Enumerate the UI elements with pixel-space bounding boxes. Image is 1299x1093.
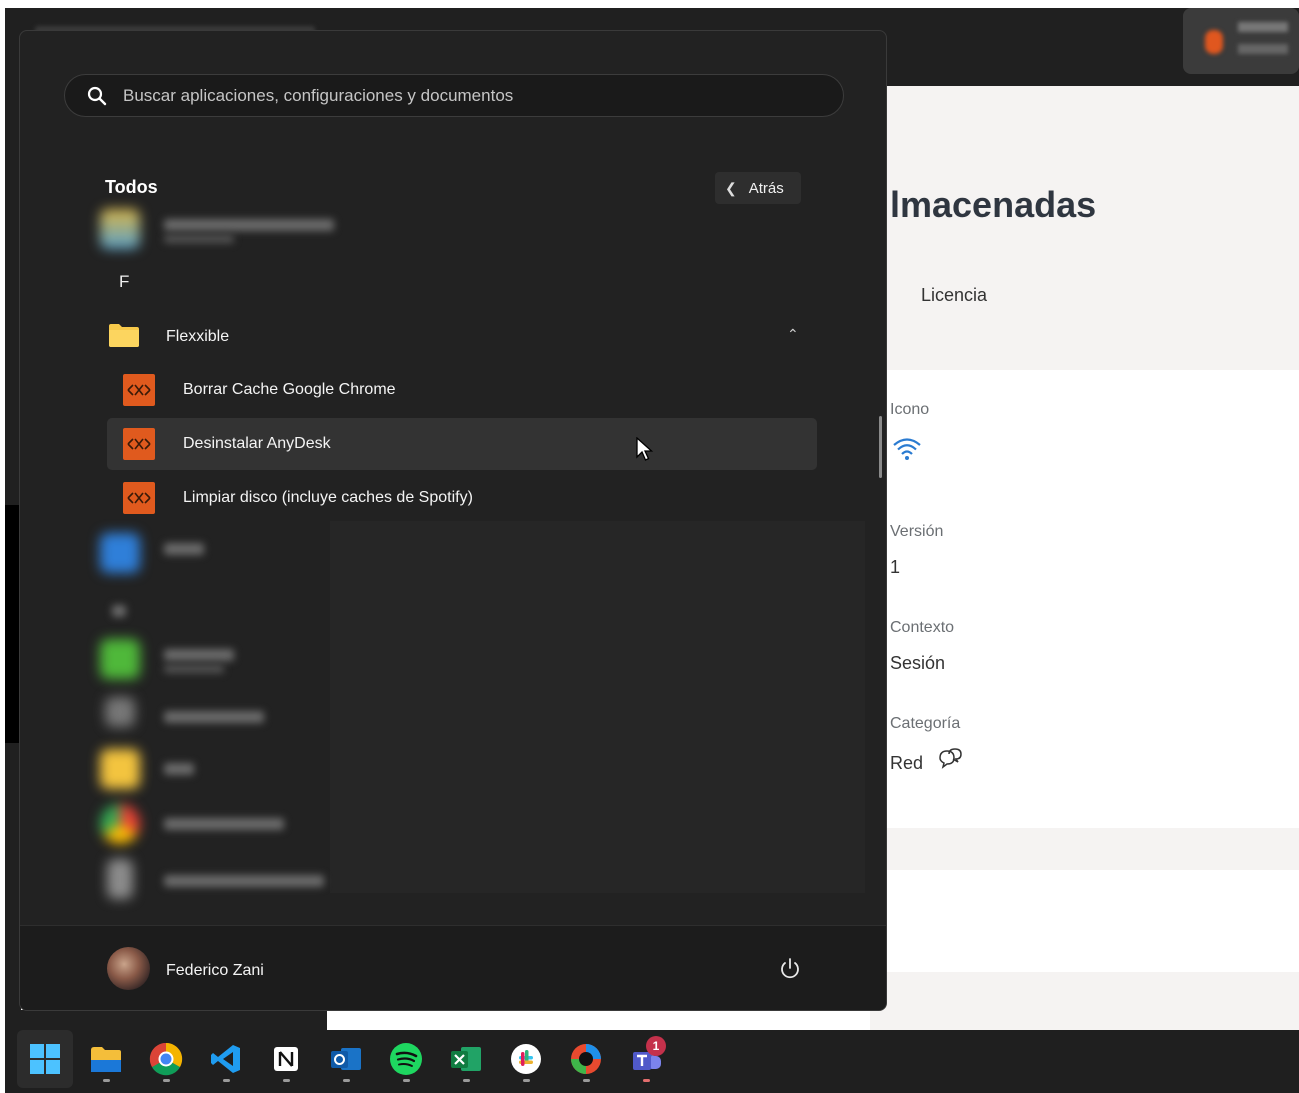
search-icon <box>87 86 107 106</box>
list-item[interactable] <box>100 697 360 737</box>
mouse-cursor-icon <box>636 436 654 468</box>
avatar[interactable] <box>107 947 150 990</box>
app-item-limpiar-disco[interactable]: Limpiar disco (incluye caches de Spotify… <box>107 472 817 524</box>
field-value-version: 1 <box>890 557 901 577</box>
tab-licencia[interactable]: Licencia <box>921 285 987 306</box>
app-label: Desinstalar AnyDesk <box>183 435 331 452</box>
section-letter[interactable]: F <box>119 272 129 292</box>
app-icon <box>100 209 140 249</box>
start-menu-footer: Federico Zani <box>20 925 886 1010</box>
snip-icon[interactable] <box>558 1030 614 1088</box>
outlook-icon[interactable] <box>318 1030 374 1088</box>
list-item[interactable] <box>100 639 360 679</box>
list-item[interactable] <box>100 859 360 899</box>
list-item[interactable] <box>100 209 360 249</box>
app-label: Borrar Cache Google Chrome <box>183 381 396 398</box>
app-icon <box>100 533 140 573</box>
folder-icon <box>109 324 139 347</box>
notion-icon[interactable] <box>258 1030 314 1088</box>
spotify-icon[interactable] <box>378 1030 434 1088</box>
back-button[interactable]: ❮ Atrás <box>715 172 801 204</box>
all-apps-heading: Todos <box>105 177 158 197</box>
search-input[interactable] <box>123 83 823 109</box>
chevron-up-icon[interactable]: ⌃ <box>787 326 799 343</box>
folder-icon <box>100 749 140 789</box>
network-category-icon <box>936 748 964 775</box>
field-value-contexto: Sesión <box>890 653 946 673</box>
user-name[interactable]: Federico Zani <box>166 962 264 980</box>
vscode-icon[interactable] <box>198 1030 254 1088</box>
excel-icon[interactable] <box>438 1030 494 1088</box>
chrome-icon <box>100 804 140 844</box>
notification-tray[interactable] <box>1183 8 1299 74</box>
list-item[interactable] <box>100 749 360 789</box>
field-label-contexto: Contexto <box>890 619 955 636</box>
app-item-desinstalar-anydesk[interactable]: Desinstalar AnyDesk <box>107 418 817 470</box>
desktop: lmacenadas Licencia Icono Versión 1 Cont… <box>0 0 1299 1093</box>
slack-icon[interactable] <box>498 1030 554 1088</box>
back-button-label: Atrás <box>748 179 784 197</box>
start-menu: Todos ❮ Atrás F Flexxible ⌃ Borrar Cache… <box>19 30 887 1011</box>
flexxible-app-icon <box>123 482 155 514</box>
chrome-icon[interactable] <box>138 1030 194 1088</box>
chevron-left-icon: ❮ <box>725 179 737 196</box>
search-box[interactable] <box>64 74 844 117</box>
app-icon <box>100 639 140 679</box>
field-value-categoria: Red <box>890 753 924 773</box>
list-item[interactable] <box>100 533 360 573</box>
file-explorer-icon[interactable] <box>78 1030 134 1088</box>
background-page-title: lmacenadas <box>890 184 1097 225</box>
folder-label: Flexxible <box>166 328 230 345</box>
folder-flexxible[interactable]: Flexxible ⌃ <box>106 318 806 354</box>
windows-start-icon[interactable] <box>17 1030 73 1088</box>
field-label-version: Versión <box>890 523 944 540</box>
app-label: Limpiar disco (incluye caches de Spotify… <box>183 489 473 506</box>
background-app-header <box>840 86 1299 370</box>
app-icon <box>105 697 135 727</box>
field-label-icono: Icono <box>890 401 930 418</box>
section-letter[interactable] <box>100 591 360 631</box>
flexxible-app-icon <box>123 428 155 460</box>
field-label-categoria: Categoría <box>890 715 961 732</box>
app-icon <box>107 859 133 899</box>
list-item[interactable] <box>100 804 360 844</box>
scrollbar[interactable] <box>879 416 882 478</box>
app-item-borrar-cache[interactable]: Borrar Cache Google Chrome <box>107 364 817 416</box>
power-icon[interactable] <box>778 957 802 981</box>
flexxible-app-icon <box>123 374 155 406</box>
notification-badge: 1 <box>646 1036 666 1056</box>
wifi-icon <box>892 436 922 467</box>
teams-icon[interactable]: 1 <box>618 1030 674 1088</box>
notification-app-icon <box>1205 30 1223 54</box>
taskbar: 1 <box>5 1030 1299 1093</box>
